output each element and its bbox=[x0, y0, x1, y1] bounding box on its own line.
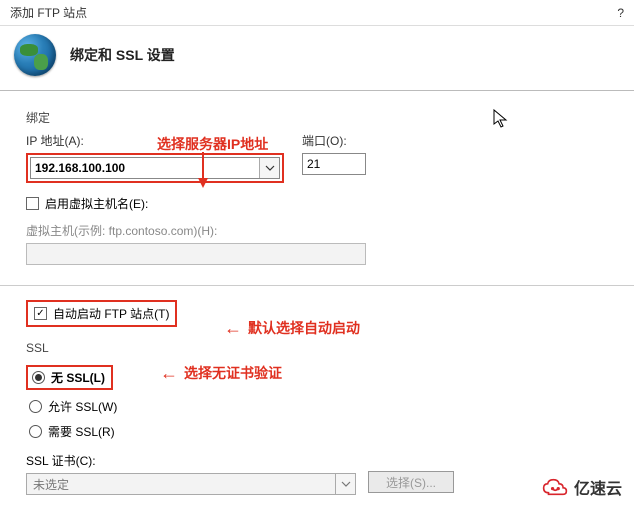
autostart-highlight: ✓ 自动启动 FTP 站点(T) bbox=[26, 300, 177, 327]
no-ssl-radio[interactable] bbox=[32, 371, 45, 384]
annotation-autostart: ← 默认选择自动启动 bbox=[224, 318, 360, 338]
port-label: 端口(O): bbox=[302, 132, 366, 149]
vhost-checkbox-label: 启用虚拟主机名(E): bbox=[45, 195, 148, 212]
watermark-text: 亿速云 bbox=[574, 475, 622, 499]
cloud-icon bbox=[542, 477, 568, 497]
arrow-left-icon: ← bbox=[160, 364, 178, 382]
select-cert-button[interactable]: 选择(S)... bbox=[368, 471, 454, 493]
dialog-header: 绑定和 SSL 设置 bbox=[0, 26, 634, 91]
require-ssl-label: 需要 SSL(R) bbox=[48, 423, 115, 440]
arrow-icon bbox=[188, 150, 218, 190]
no-ssl-label: 无 SSL(L) bbox=[51, 369, 105, 386]
cert-combo[interactable]: 未选定 bbox=[26, 473, 356, 495]
allow-ssl-radio[interactable] bbox=[29, 400, 42, 413]
watermark: 亿速云 bbox=[536, 473, 628, 501]
titlebar: 添加 FTP 站点 ? bbox=[0, 0, 634, 26]
ssl-group-label: SSL bbox=[26, 341, 608, 355]
autostart-checkbox[interactable]: ✓ bbox=[34, 307, 47, 320]
binding-group-label: 绑定 bbox=[26, 109, 608, 126]
require-ssl-radio[interactable] bbox=[29, 425, 42, 438]
nossl-highlight: 无 SSL(L) bbox=[26, 365, 113, 390]
ip-address-input[interactable] bbox=[31, 158, 259, 178]
cert-label: SSL 证书(C): bbox=[26, 452, 608, 469]
chevron-down-icon bbox=[341, 481, 351, 487]
annotation-nossl: ← 选择无证书验证 bbox=[160, 363, 282, 383]
vhost-input bbox=[26, 243, 366, 265]
port-input[interactable] bbox=[302, 153, 366, 175]
globe-icon bbox=[14, 34, 56, 76]
arrow-left-icon: ← bbox=[224, 319, 242, 337]
vhost-checkbox[interactable] bbox=[26, 197, 39, 210]
vhost-example-label: 虚拟主机(示例: ftp.contoso.com)(H): bbox=[26, 222, 608, 239]
ip-highlight bbox=[26, 153, 284, 183]
ip-dropdown-button[interactable] bbox=[259, 158, 279, 178]
cert-placeholder: 未选定 bbox=[27, 474, 335, 494]
ip-address-combo[interactable] bbox=[30, 157, 280, 179]
autostart-label: 自动启动 FTP 站点(T) bbox=[53, 305, 169, 322]
cert-dropdown-button[interactable] bbox=[335, 474, 355, 494]
cursor-icon bbox=[492, 108, 510, 130]
page-title: 绑定和 SSL 设置 bbox=[70, 45, 175, 65]
chevron-down-icon bbox=[265, 165, 275, 171]
divider bbox=[0, 285, 634, 286]
allow-ssl-label: 允许 SSL(W) bbox=[48, 398, 117, 415]
help-button[interactable]: ? bbox=[617, 6, 624, 20]
window-title: 添加 FTP 站点 bbox=[10, 4, 87, 21]
